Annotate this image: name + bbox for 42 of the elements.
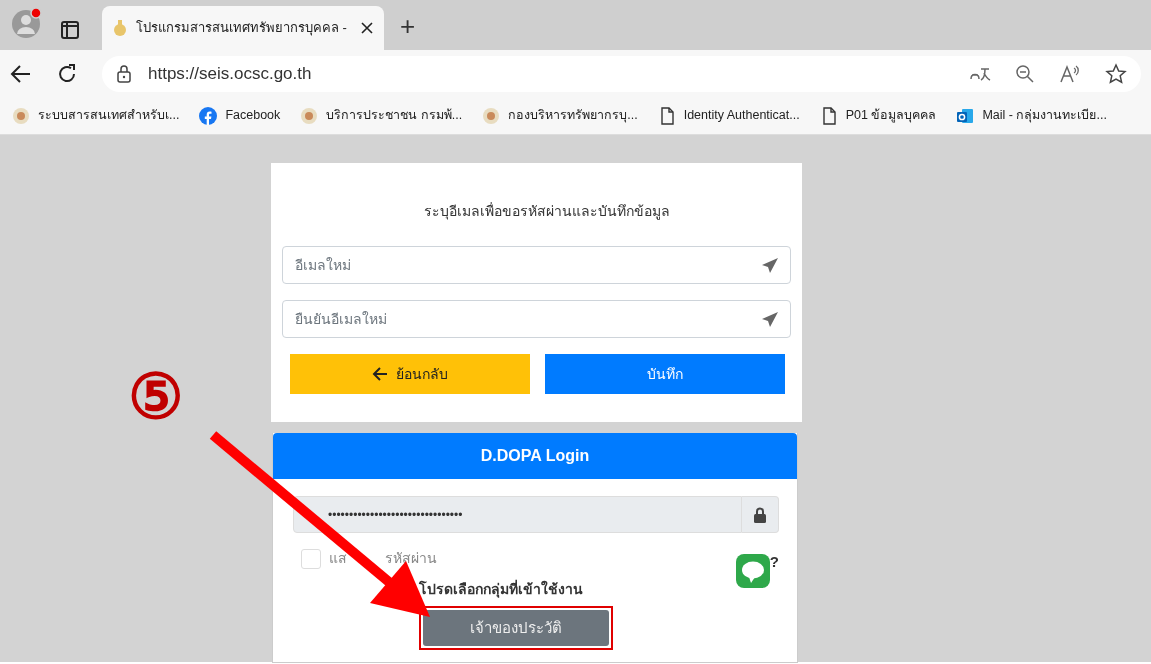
close-icon[interactable] [360, 21, 374, 35]
lock-icon [753, 506, 767, 523]
refresh-icon[interactable] [56, 62, 78, 85]
group-prompt: โปรดเลือกกลุ่มที่เข้าใช้งาน [419, 579, 584, 600]
tab-actions-icon[interactable] [60, 20, 80, 40]
back-button[interactable]: ย้อนกลับ [290, 354, 530, 394]
star-icon[interactable] [1105, 62, 1127, 85]
mail-icon [956, 106, 975, 125]
bookmark-item[interactable]: กองบริหารทรัพยากรบุ... [482, 106, 638, 125]
url-text: https://seis.ocsc.go.th [148, 62, 313, 85]
tab-title: โปรแกรมสารสนเทศทรัพยากรบุคคล - [136, 19, 348, 38]
help-mark[interactable]: ? [769, 554, 779, 569]
bookmark-item[interactable]: Mail - กลุ่มงานทะเบีย... [956, 106, 1107, 125]
bookmark-item[interactable]: Identity Authenticat... [657, 106, 800, 125]
password-field[interactable]: •••••••••••••••••••••••••••••••• [293, 496, 742, 533]
bookmark-item[interactable]: Facebook [199, 106, 281, 125]
new-tab-button[interactable]: + [400, 6, 416, 46]
lock-icon [116, 64, 132, 83]
form-heading: ระบุอีเมลเพื่อขอรหัสผ่านและบันทึกข้อมูล [422, 201, 671, 222]
step-number: ⑤ [128, 366, 184, 428]
read-aloud-icon[interactable] [1059, 63, 1081, 84]
address-bar[interactable]: https://seis.ocsc.go.th [102, 55, 1141, 92]
chat-app-icon[interactable] [735, 554, 770, 588]
email-field[interactable]: อีเมลใหม่ [282, 246, 791, 284]
checkbox-label: รหัสผ่าน [385, 549, 437, 568]
bookmark-item[interactable]: ระบบสารสนเทศสำหรับเ... [12, 106, 180, 125]
bookmark-item[interactable]: บริการประชาชน กรมพ้... [300, 106, 463, 125]
bookmark-item[interactable]: P01 ข้อมูลบุคคล [819, 106, 937, 125]
login-header: D.DOPA Login [273, 433, 797, 479]
zoom-out-icon[interactable] [1015, 63, 1035, 84]
checkbox[interactable] [301, 548, 321, 569]
checkbox-label: แส [329, 549, 347, 568]
send-icon [761, 311, 779, 327]
profile-icon[interactable] [10, 6, 44, 40]
facebook-icon [199, 106, 218, 125]
arrow-left-icon [372, 367, 388, 381]
send-icon [761, 257, 779, 273]
group-button[interactable]: เจ้าของประวัติ [423, 610, 609, 646]
back-icon[interactable] [10, 63, 32, 84]
browser-tab[interactable]: โปรแกรมสารสนเทศทรัพยากรบุคคล - [102, 6, 384, 50]
save-button[interactable]: บันทึก [545, 354, 785, 394]
email-field[interactable]: ยืนยันอีเมลใหม่ [282, 300, 791, 338]
